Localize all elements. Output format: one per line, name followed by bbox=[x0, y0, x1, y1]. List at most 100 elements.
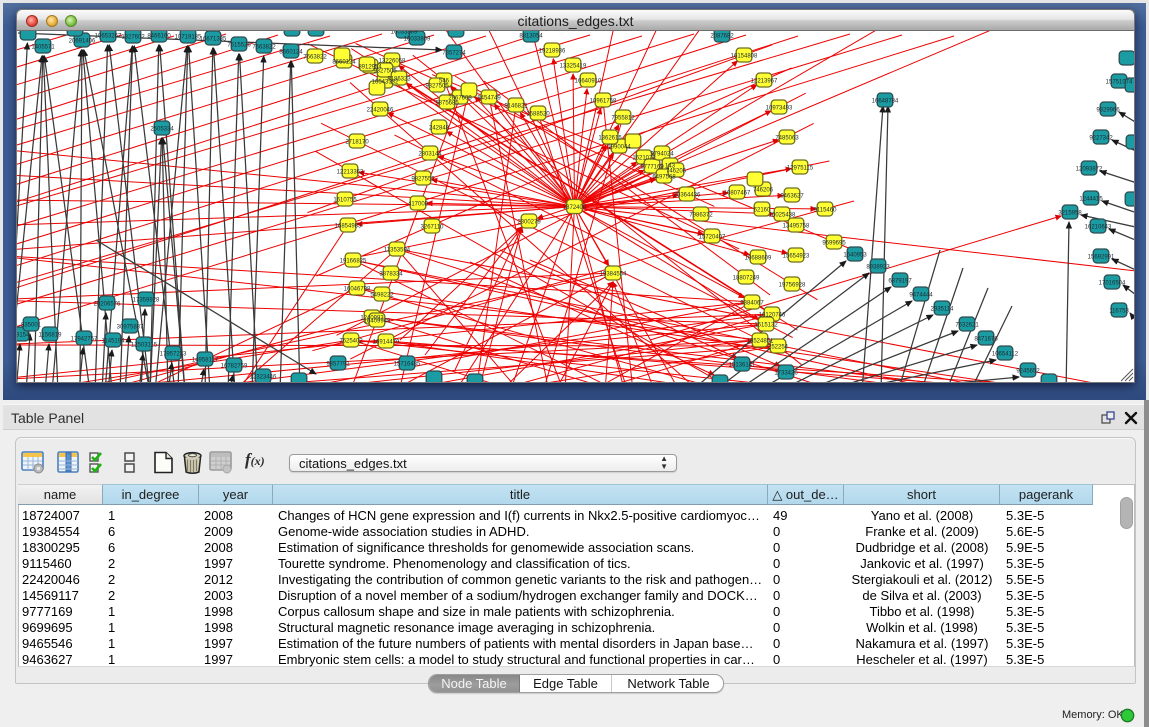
svg-text:19756928: 19756928 bbox=[779, 283, 806, 289]
svg-text:16914479: 16914479 bbox=[373, 340, 400, 346]
svg-text:10961758: 10961758 bbox=[590, 99, 617, 105]
svg-text:1588520: 1588520 bbox=[526, 112, 550, 118]
svg-text:746206: 746206 bbox=[753, 188, 774, 194]
svg-text:417008: 417008 bbox=[408, 202, 429, 208]
svg-text:1405571: 1405571 bbox=[31, 45, 55, 51]
svg-text:15720407: 15720407 bbox=[699, 235, 726, 241]
svg-text:5498222: 5498222 bbox=[370, 293, 394, 299]
svg-text:9327505: 9327505 bbox=[425, 84, 449, 90]
svg-text:18807249: 18807249 bbox=[733, 276, 760, 282]
svg-text:9245652: 9245652 bbox=[1016, 369, 1040, 375]
svg-text:7625402: 7625402 bbox=[339, 339, 363, 345]
svg-text:15716485: 15716485 bbox=[394, 362, 421, 368]
svg-text:22420046: 22420046 bbox=[367, 108, 394, 114]
svg-text:1610755: 1610755 bbox=[333, 198, 357, 204]
svg-text:17957273: 17957273 bbox=[160, 352, 187, 358]
svg-text:3878334: 3878334 bbox=[379, 272, 403, 278]
svg-text:116753: 116753 bbox=[1109, 309, 1129, 315]
svg-text:3267110: 3267110 bbox=[421, 225, 445, 231]
svg-text:20206576: 20206576 bbox=[94, 302, 121, 308]
svg-text:9474444: 9474444 bbox=[909, 293, 933, 299]
svg-text:8186323: 8186323 bbox=[387, 77, 411, 83]
svg-text:8660124: 8660124 bbox=[279, 50, 303, 56]
svg-text:19166825: 19166825 bbox=[340, 259, 367, 265]
svg-text:6497568: 6497568 bbox=[652, 175, 676, 181]
svg-text:1244415: 1244415 bbox=[1079, 197, 1103, 203]
svg-text:19218936: 19218936 bbox=[539, 49, 566, 55]
svg-text:9384067: 9384067 bbox=[740, 301, 764, 307]
svg-text:9227342: 9227342 bbox=[1089, 136, 1113, 142]
svg-text:5875685: 5875685 bbox=[435, 101, 459, 107]
svg-text:12093872: 12093872 bbox=[1076, 167, 1103, 173]
svg-text:12975115: 12975115 bbox=[787, 166, 814, 172]
svg-text:30975887: 30975887 bbox=[117, 325, 144, 331]
svg-text:12213363: 12213363 bbox=[337, 170, 364, 176]
svg-text:8660124: 8660124 bbox=[332, 60, 356, 66]
svg-text:13325419: 13325419 bbox=[560, 64, 587, 70]
svg-text:16409948: 16409948 bbox=[364, 319, 391, 325]
svg-text:2803144: 2803144 bbox=[418, 152, 442, 158]
svg-text:16671385: 16671385 bbox=[200, 37, 227, 43]
svg-text:8938923: 8938923 bbox=[866, 265, 890, 271]
svg-text:3215958: 3215958 bbox=[1058, 211, 1082, 217]
svg-text:12323446: 12323446 bbox=[250, 375, 277, 381]
svg-text:8471676: 8471676 bbox=[974, 337, 998, 343]
svg-text:16120746: 16120746 bbox=[759, 313, 786, 319]
svg-text:7955812: 7955812 bbox=[611, 116, 635, 122]
svg-text:16046798: 16046798 bbox=[344, 287, 371, 293]
svg-text:15751074: 15751074 bbox=[1106, 80, 1133, 86]
svg-text:16648784: 16648784 bbox=[872, 99, 899, 105]
svg-text:16782759: 16782759 bbox=[221, 364, 248, 370]
svg-text:17016504: 17016504 bbox=[1099, 281, 1126, 287]
svg-text:19384554: 19384554 bbox=[600, 272, 627, 278]
svg-text:8454749: 8454749 bbox=[477, 96, 501, 102]
svg-text:12503115: 12503115 bbox=[131, 343, 158, 349]
svg-text:39154: 39154 bbox=[17, 333, 30, 339]
svg-text:10654112: 10654112 bbox=[992, 352, 1019, 358]
svg-text:12213967: 12213967 bbox=[751, 79, 778, 85]
svg-text:1156819: 1156819 bbox=[39, 333, 63, 339]
svg-text:10973493: 10973493 bbox=[766, 106, 793, 112]
svg-text:9327505: 9327505 bbox=[373, 69, 397, 75]
svg-text:8466160: 8466160 bbox=[147, 34, 171, 40]
svg-text:7663822: 7663822 bbox=[303, 55, 327, 61]
svg-text:16640910: 16640910 bbox=[575, 79, 602, 85]
svg-text:9463627: 9463627 bbox=[780, 194, 804, 200]
svg-text:242848: 242848 bbox=[429, 126, 450, 132]
svg-text:835001: 835001 bbox=[21, 323, 42, 329]
svg-text:9827552: 9827552 bbox=[411, 177, 435, 183]
svg-text:1362615: 1362615 bbox=[598, 136, 622, 142]
svg-text:10807467: 10807467 bbox=[724, 191, 751, 197]
svg-text:9115460: 9115460 bbox=[814, 208, 838, 214]
svg-text:1733426: 1733426 bbox=[774, 371, 798, 377]
svg-text:1327602: 1327602 bbox=[121, 35, 145, 41]
svg-text:7632621: 7632621 bbox=[955, 323, 979, 329]
svg-text:17942757: 17942757 bbox=[71, 337, 98, 343]
svg-text:2935114: 2935114 bbox=[931, 307, 955, 313]
svg-text:9777169: 9777169 bbox=[640, 165, 664, 171]
svg-text:1990044: 1990044 bbox=[607, 145, 631, 151]
svg-text:15136141: 15136141 bbox=[729, 363, 756, 369]
svg-text:15692991: 15692991 bbox=[1088, 255, 1115, 261]
svg-text:20364436: 20364436 bbox=[674, 193, 701, 199]
svg-text:16210643: 16210643 bbox=[1085, 225, 1112, 231]
svg-text:10688609: 10688609 bbox=[745, 256, 772, 262]
svg-text:1872400: 1872400 bbox=[563, 205, 587, 211]
svg-text:2300279: 2300279 bbox=[517, 220, 541, 226]
svg-text:16033809: 16033809 bbox=[404, 37, 431, 43]
svg-text:10653267: 10653267 bbox=[95, 34, 122, 40]
svg-text:7485063: 7485063 bbox=[775, 136, 799, 142]
svg-text:10719185: 10719185 bbox=[175, 35, 202, 41]
svg-text:746206: 746206 bbox=[666, 169, 687, 175]
svg-text:7663822: 7663822 bbox=[252, 45, 276, 51]
svg-text:6879197: 6879197 bbox=[888, 279, 912, 285]
svg-text:7515526: 7515526 bbox=[227, 43, 251, 49]
svg-text:1145194: 1145194 bbox=[102, 339, 126, 345]
svg-text:13495758: 13495758 bbox=[783, 224, 810, 230]
svg-text:15654923: 15654923 bbox=[783, 254, 810, 260]
svg-text:16854983: 16854983 bbox=[335, 224, 362, 230]
svg-text:16033809: 16033809 bbox=[391, 31, 418, 36]
svg-text:10025438: 10025438 bbox=[769, 213, 796, 219]
svg-text:9699695: 9699695 bbox=[822, 241, 846, 247]
svg-text:7357274: 7357274 bbox=[442, 51, 466, 57]
